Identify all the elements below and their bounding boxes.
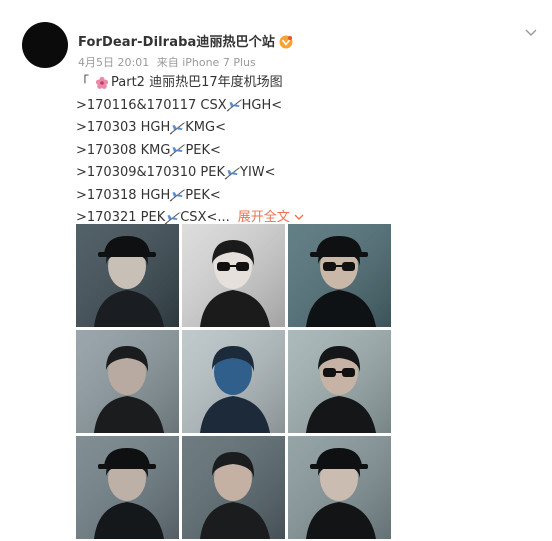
airplane-icon xyxy=(224,166,241,181)
route-line: >170309&170310 PEK YIW< xyxy=(76,162,304,185)
avatar[interactable] xyxy=(22,22,68,68)
route-line: >170116&170117 CSX HGH< xyxy=(76,95,304,118)
photo-6[interactable] xyxy=(288,330,391,433)
chevron-down-icon[interactable] xyxy=(523,24,539,40)
post-timestamp[interactable]: 4月5日 20:01 xyxy=(78,56,149,69)
route-line: >170308 KMG PEK< xyxy=(76,140,304,163)
flower-icon xyxy=(95,76,109,90)
route-destination: YIW< xyxy=(240,165,276,180)
vip-badge-icon[interactable] xyxy=(279,34,293,48)
route-origin: >170116&170117 CSX xyxy=(76,97,227,113)
photo-9[interactable] xyxy=(288,436,391,539)
title-bracket: 「 xyxy=(76,75,90,90)
airplane-icon xyxy=(226,98,243,113)
airplane-icon xyxy=(169,143,186,158)
post-source: 来自 iPhone 7 Plus xyxy=(156,56,256,69)
photo-5[interactable] xyxy=(182,330,285,433)
photo-4[interactable] xyxy=(76,330,179,433)
photo-7[interactable] xyxy=(76,436,179,539)
airplane-icon xyxy=(169,188,186,203)
route-destination: KMG< xyxy=(185,120,226,135)
photo-grid xyxy=(76,224,391,539)
route-origin: >170309&170310 PEK xyxy=(76,165,225,180)
post-title: Part2 迪丽热巴17年度机场图 xyxy=(111,75,283,90)
post-meta: 4月5日 20:01 来自 iPhone 7 Plus xyxy=(78,54,256,70)
photo-2[interactable] xyxy=(182,224,285,327)
route-origin: >170318 HGH xyxy=(76,187,171,203)
username-row: ForDear-Dilraba迪丽热巴个站 xyxy=(78,31,293,50)
route-destination: HGH< xyxy=(241,97,283,113)
photo-3[interactable] xyxy=(288,224,391,327)
airplane-icon xyxy=(169,121,186,136)
photo-8[interactable] xyxy=(182,436,285,539)
route-origin: >170308 KMG xyxy=(76,142,171,158)
post-content: 「 Part2 迪丽热巴17年度机场图 >170116&170117 CSX H… xyxy=(76,72,304,230)
route-origin: >170303 HGH xyxy=(76,120,171,135)
route-line: >170303 HGH KMG< xyxy=(76,117,304,140)
post-title-line: 「 Part2 迪丽热巴17年度机场图 xyxy=(76,72,304,95)
route-destination: PEK< xyxy=(185,142,221,158)
photo-1[interactable] xyxy=(76,224,179,327)
route-destination: PEK< xyxy=(185,187,221,203)
username[interactable]: ForDear-Dilraba迪丽热巴个站 xyxy=(78,31,275,50)
route-line: >170318 HGH PEK< xyxy=(76,185,304,208)
